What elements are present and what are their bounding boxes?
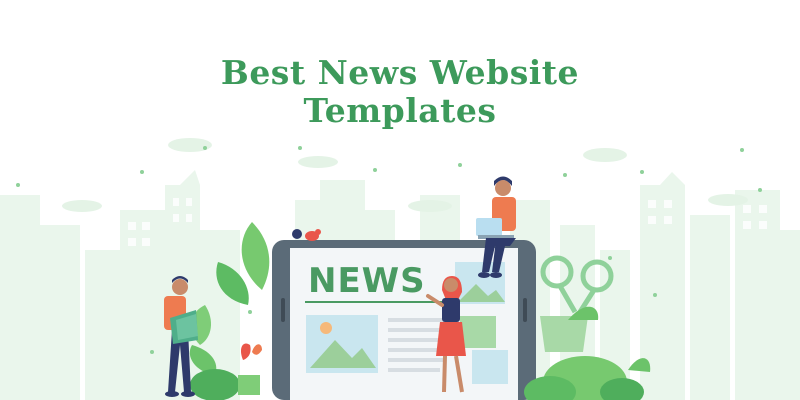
- page-title: Best News Website Templates: [0, 54, 800, 130]
- image-placeholder-icon: [306, 315, 378, 373]
- tablet-headline: NEWS: [308, 261, 426, 301]
- dot-ornament: [292, 229, 302, 239]
- title-line-2: Templates: [303, 91, 497, 130]
- side-green-card: [460, 316, 496, 348]
- title-line-1: Best News Website: [220, 53, 580, 92]
- potted-plant-small: [238, 343, 262, 395]
- side-blue-card: [472, 350, 508, 384]
- hero-banner: Best News Website Templates NEWS: [0, 0, 800, 400]
